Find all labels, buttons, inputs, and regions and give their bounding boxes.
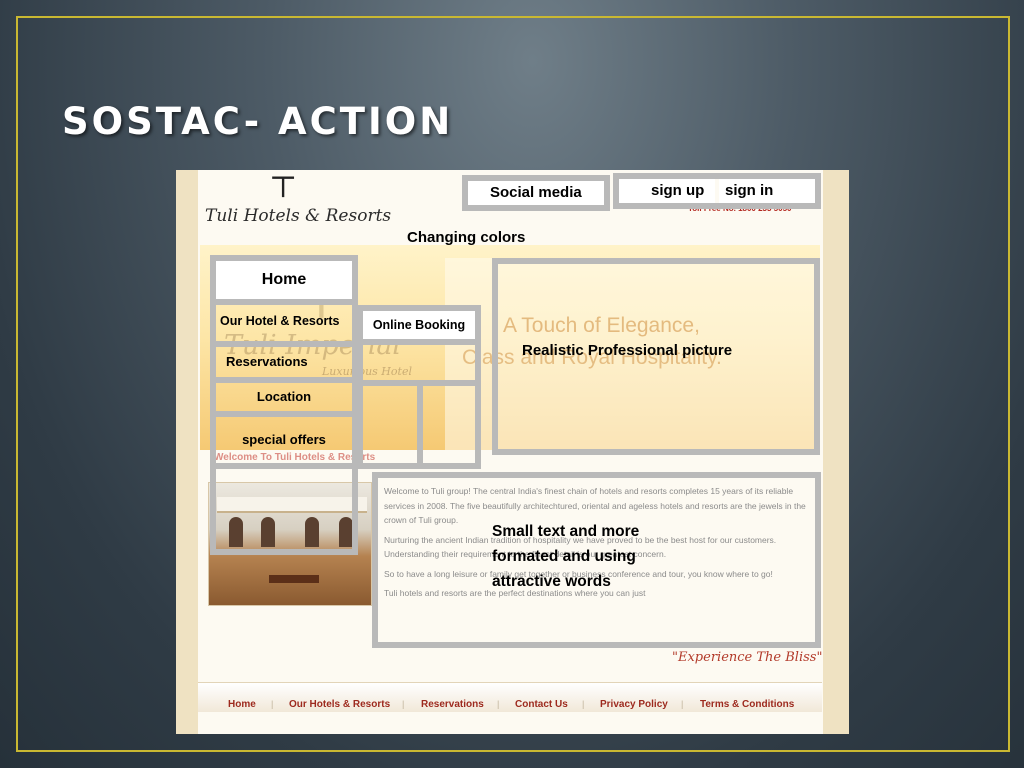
annotation-sign-up-label: sign up	[619, 179, 715, 203]
footer-link-terms[interactable]: Terms & Conditions	[700, 699, 794, 710]
annotation-menu-divider	[216, 299, 352, 305]
footer-separator: |	[681, 699, 684, 709]
annotation-booking-divider	[417, 386, 423, 463]
site-logo-text: Tuli Hotels & Resorts	[205, 206, 392, 226]
annotation-small-text-line: attractive words	[492, 573, 611, 590]
annotation-social-media-label: Social media	[468, 181, 604, 205]
footer-separator: |	[402, 699, 405, 709]
footer-link-privacy[interactable]: Privacy Policy	[600, 699, 668, 710]
logo-icon: ⊤	[269, 170, 298, 205]
annotation-realistic-picture: Realistic Professional picture	[522, 342, 733, 359]
footer-separator: |	[582, 699, 585, 709]
annotation-small-text-line: Small text and more	[492, 523, 640, 540]
annotation-small-text: Small text and more formated and using a…	[492, 519, 639, 594]
annotation-booking-divider	[363, 339, 475, 345]
annotation-online-booking: Online Booking	[363, 311, 475, 339]
annotation-menu-divider	[216, 341, 352, 347]
footer-link-hotels[interactable]: Our Hotels & Resorts	[289, 699, 390, 710]
footer-separator: |	[497, 699, 500, 709]
photo-table	[269, 575, 319, 583]
annotation-sign-in-label: sign in	[719, 179, 815, 203]
annotation-changing-colors: Changing colors	[407, 229, 526, 246]
annotation-menu-location: Location	[256, 389, 312, 404]
annotation-menu-special-offers: special offers	[242, 432, 326, 447]
slide-title: SOSTAC- ACTION	[62, 100, 454, 143]
annotation-menu-home: Home	[216, 261, 352, 299]
annotation-menu-divider	[216, 377, 352, 383]
annotation-small-text-line: formated and using	[492, 548, 636, 565]
annotation-menu-divider	[216, 411, 352, 417]
annotation-menu-divider	[216, 463, 352, 469]
footer-link-home[interactable]: Home	[228, 699, 256, 710]
footer-separator: |	[271, 699, 274, 709]
footer-link-reservations[interactable]: Reservations	[421, 699, 484, 710]
footer-link-contact[interactable]: Contact Us	[515, 699, 568, 710]
annotation-menu-hotels: Our Hotel & Resorts	[220, 314, 340, 328]
annotation-menu-reservations: Reservations	[226, 354, 308, 369]
footer-nav: Home | Our Hotels & Resorts | Reservatio…	[198, 682, 822, 712]
experience-tagline: "Experience The Bliss"	[672, 650, 823, 665]
